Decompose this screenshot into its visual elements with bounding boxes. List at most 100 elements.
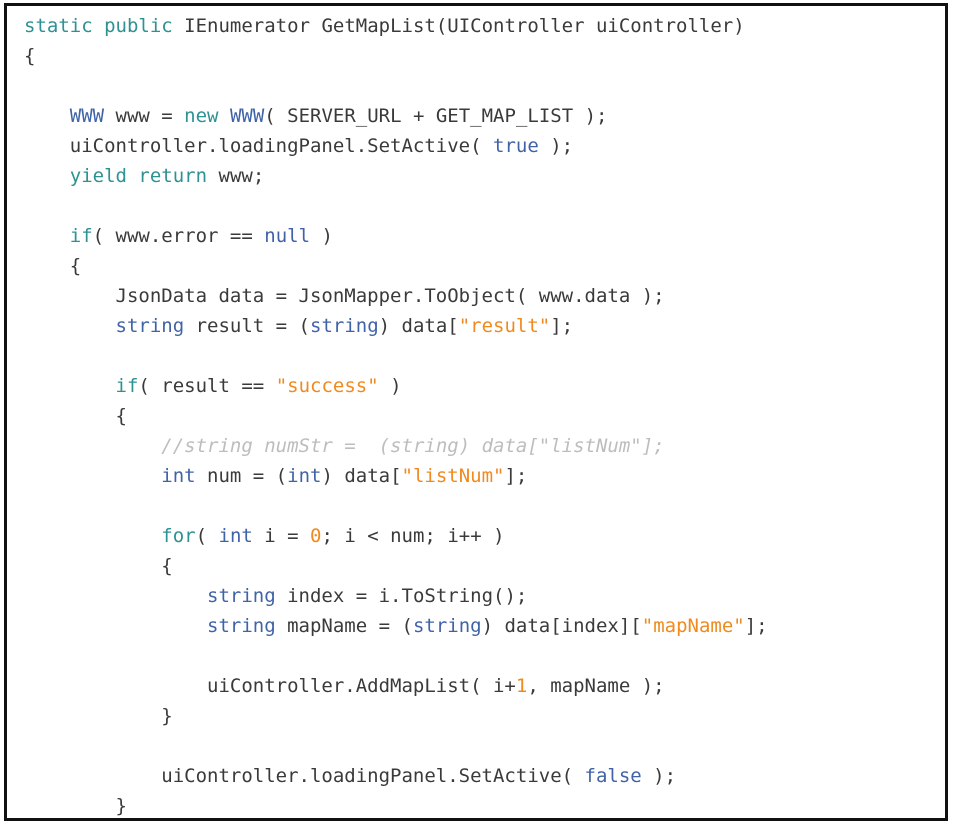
code-line: if( www.error == null )	[24, 221, 945, 251]
code-line: string index = i.ToString();	[24, 581, 945, 611]
code-token-lit: "result"	[458, 315, 551, 337]
code-token-lit: "listNum"	[401, 465, 505, 487]
code-token-kw: public	[104, 15, 173, 37]
code-token-id: index = i.ToString();	[275, 585, 528, 607]
code-token-id: IEnumerator GetMapList(UIController uiCo…	[172, 15, 745, 37]
code-line: {	[24, 41, 945, 71]
code-token-id: {	[24, 255, 82, 277]
code-line: if( result == "success" )	[24, 371, 945, 401]
code-token-id: num = (	[195, 465, 288, 487]
code-token-typ: string	[207, 615, 276, 637]
code-snippet-panel: static public IEnumerator GetMapList(UIC…	[4, 3, 948, 821]
code-line: {	[24, 251, 945, 281]
code-token-id: }	[24, 795, 127, 817]
code-token-lit: "success"	[275, 375, 379, 397]
code-token-kw: static	[24, 15, 93, 37]
code-line: uiController.AddMapList( i+1, mapName );	[24, 671, 945, 701]
code-token-id: );	[641, 765, 677, 787]
code-token-id: uiController.AddMapList( i+	[24, 675, 516, 697]
code-line: //string numStr = (string) data["listNum…	[24, 431, 945, 461]
code-token-typ: WWW	[229, 105, 265, 127]
code-token-id	[24, 585, 207, 607]
code-token-id: (	[195, 525, 219, 547]
code-token-kw: yield	[69, 165, 127, 187]
code-line: WWW www = new WWW( SERVER_URL + GET_MAP_…	[24, 101, 945, 131]
code-token-id: ];	[550, 315, 574, 337]
code-token-typ: string	[412, 615, 482, 637]
code-line: }	[24, 701, 945, 731]
code-token-id: ) data[	[378, 315, 459, 337]
code-token-id: ];	[504, 465, 528, 487]
code-token-id: {	[24, 405, 127, 427]
code-token-typ: int	[161, 465, 196, 487]
code-line: string result = (string) data["result"];	[24, 311, 945, 341]
code-token-typ: null	[264, 225, 311, 247]
code-line: {	[24, 551, 945, 581]
code-token-typ: int	[287, 465, 322, 487]
code-line: JsonData data = JsonMapper.ToObject( www…	[24, 281, 945, 311]
code-token-id: www;	[207, 165, 265, 187]
code-token-typ: WWW	[69, 105, 105, 127]
code-token-id: {	[24, 555, 173, 577]
code-token-id: ( www.error ==	[92, 225, 265, 247]
code-line: yield return www;	[24, 161, 945, 191]
code-token-id	[24, 315, 116, 337]
code-token-id	[127, 165, 138, 187]
code-token-id: ( result ==	[138, 375, 276, 397]
code-token-id	[24, 465, 161, 487]
code-token-lit: 1	[515, 675, 528, 697]
code-token-id: www =	[104, 105, 185, 127]
code-token-id	[24, 615, 207, 637]
code-token-id	[219, 105, 230, 127]
code-token-id: ; i < num; i++ )	[321, 525, 505, 547]
code-line: int num = (int) data["listNum"];	[24, 461, 945, 491]
code-token-kw: return	[138, 165, 208, 187]
code-block[interactable]: static public IEnumerator GetMapList(UIC…	[24, 11, 945, 818]
code-token-id	[24, 375, 116, 397]
code-token-id: uiController.loadingPanel.SetActive(	[24, 135, 493, 157]
code-token-lit: "mapName"	[641, 615, 745, 637]
code-token-id: )	[310, 225, 333, 247]
code-token-lit: 0	[310, 525, 322, 547]
code-line: string mapName = (string) data[index]["m…	[24, 611, 945, 641]
code-token-id	[24, 435, 161, 457]
code-token-id: ];	[744, 615, 768, 637]
code-token-id: , mapName );	[527, 675, 665, 697]
code-token-cmt: //string numStr = (string) data["listNum…	[161, 435, 665, 457]
code-token-typ: false	[584, 765, 642, 787]
code-token-typ: string	[207, 585, 276, 607]
code-token-kw: new	[184, 105, 219, 127]
code-token-kw: if	[115, 375, 139, 397]
code-token-id: {	[24, 45, 36, 67]
code-token-id	[93, 15, 104, 37]
code-line: uiController.loadingPanel.SetActive( tru…	[24, 131, 945, 161]
code-token-id: ) data[index][	[481, 615, 642, 637]
code-token-id: );	[538, 135, 574, 157]
code-token-kw: for	[161, 525, 196, 547]
code-token-id: JsonData data = JsonMapper.ToObject( www…	[24, 285, 665, 307]
code-token-id: )	[378, 375, 402, 397]
code-token-id	[24, 525, 161, 547]
code-token-id: }	[24, 705, 173, 727]
code-token-typ: int	[218, 525, 253, 547]
code-token-id: i =	[252, 525, 311, 547]
code-token-typ: string	[310, 315, 379, 337]
code-token-id: ( SERVER_URL + GET_MAP_LIST );	[264, 105, 608, 127]
code-line: }	[24, 791, 945, 818]
code-token-id: ) data[	[321, 465, 402, 487]
code-token-id: mapName = (	[275, 615, 413, 637]
code-token-id	[24, 165, 70, 187]
code-token-kw: if	[69, 225, 93, 247]
code-token-id	[24, 225, 70, 247]
code-token-typ: string	[115, 315, 185, 337]
code-line: static public IEnumerator GetMapList(UIC…	[24, 11, 945, 41]
code-line: uiController.loadingPanel.SetActive( fal…	[24, 761, 945, 791]
code-token-id: result = (	[184, 315, 310, 337]
code-token-typ: true	[493, 135, 539, 157]
